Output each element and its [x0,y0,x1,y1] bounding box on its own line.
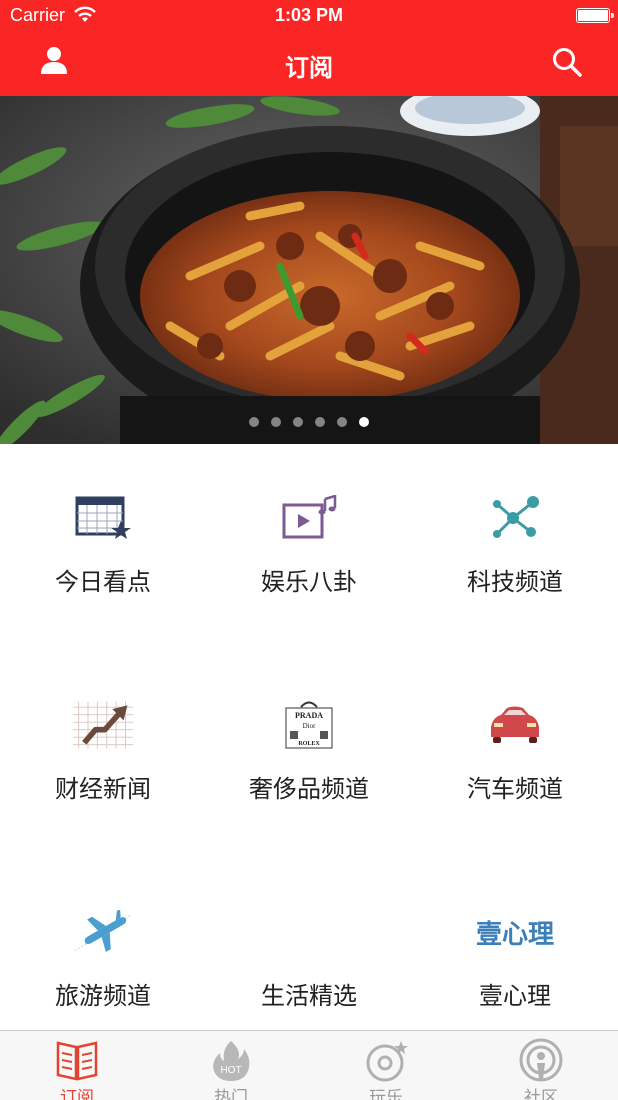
page-title: 订阅 [285,54,333,82]
tab-label: 热门 [214,1088,248,1100]
hot-flame-icon: HOT [213,1041,250,1081]
banner-food-image [0,96,618,444]
carousel-page-indicator[interactable] [0,411,618,430]
channel-luxury[interactable]: PRADA Dior ROLEX 奢侈品频道 [206,651,412,846]
top-bar: Carrier 1:03 PM 订阅 [0,0,618,96]
tab-subscribe[interactable]: 订阅 [0,1031,154,1100]
channel-label: 汽车频道 [467,775,563,803]
banner-carousel[interactable] [0,96,618,444]
channel-entertainment[interactable]: 娱乐八卦 [206,444,412,639]
channel-label: 今日看点 [55,568,151,596]
svg-text:ROLEX: ROLEX [298,741,320,747]
podcast-icon [519,1038,563,1082]
tab-play[interactable]: 玩乐 [309,1031,463,1100]
disc-icon [366,1041,408,1082]
channel-xinli[interactable]: 壹心理 壹心理 [412,858,618,1053]
xinli-logo-text: 壹心理 [476,919,555,950]
video-music-icon [279,488,339,548]
channel-label: 娱乐八卦 [261,568,357,596]
xinli-logo: 壹心理 [476,902,554,962]
carousel-dot[interactable] [315,416,325,427]
airplane-icon [73,902,133,962]
channel-today[interactable]: 今日看点 [0,444,206,639]
carousel-dot[interactable] [337,416,347,427]
car-icon [485,695,545,755]
hot-badge-text: HOT [220,1065,241,1076]
channel-grid: 今日看点 娱乐八卦 科技频道 财经新闻 PRADA Dior ROLEX 奢侈品… [0,444,618,1030]
carousel-dot[interactable] [249,416,259,427]
status-time: 1:03 PM [274,5,344,25]
tab-label: 订阅 [60,1088,94,1100]
search-icon[interactable] [551,46,583,78]
tab-bar: 订阅 HOT 热门 玩乐 社区 [0,1030,618,1100]
channel-label: 奢侈品频道 [249,775,369,803]
network-nodes-icon [485,488,545,548]
channel-lifestyle[interactable]: 生活精选 [206,858,412,1053]
tab-hot[interactable]: HOT 热门 [154,1031,308,1100]
carousel-dot-active[interactable] [359,416,369,427]
channel-label: 财经新闻 [55,775,151,803]
svg-text:PRADA: PRADA [295,711,323,720]
channel-auto[interactable]: 汽车频道 [412,651,618,846]
channel-label: 生活精选 [261,982,357,1010]
channel-label: 旅游频道 [55,982,151,1010]
channel-label: 科技频道 [467,568,563,596]
svg-text:Dior: Dior [303,722,317,730]
status-bar: Carrier 1:03 PM [0,0,618,32]
tab-community[interactable]: 社区 [464,1031,618,1100]
tab-label: 玩乐 [369,1088,403,1100]
carousel-dot[interactable] [271,416,281,427]
channel-label: 壹心理 [479,982,551,1010]
channel-travel[interactable]: 旅游频道 [0,858,206,1053]
book-icon [56,1041,98,1081]
battery-icon [576,8,614,23]
luxury-brands-icon: PRADA Dior ROLEX [279,695,339,755]
tab-label: 社区 [524,1088,558,1100]
rising-chart-icon [73,695,133,755]
channel-finance[interactable]: 财经新闻 [0,651,206,846]
calendar-star-icon [73,488,133,548]
carousel-dot[interactable] [293,416,303,427]
channel-tech[interactable]: 科技频道 [412,444,618,639]
